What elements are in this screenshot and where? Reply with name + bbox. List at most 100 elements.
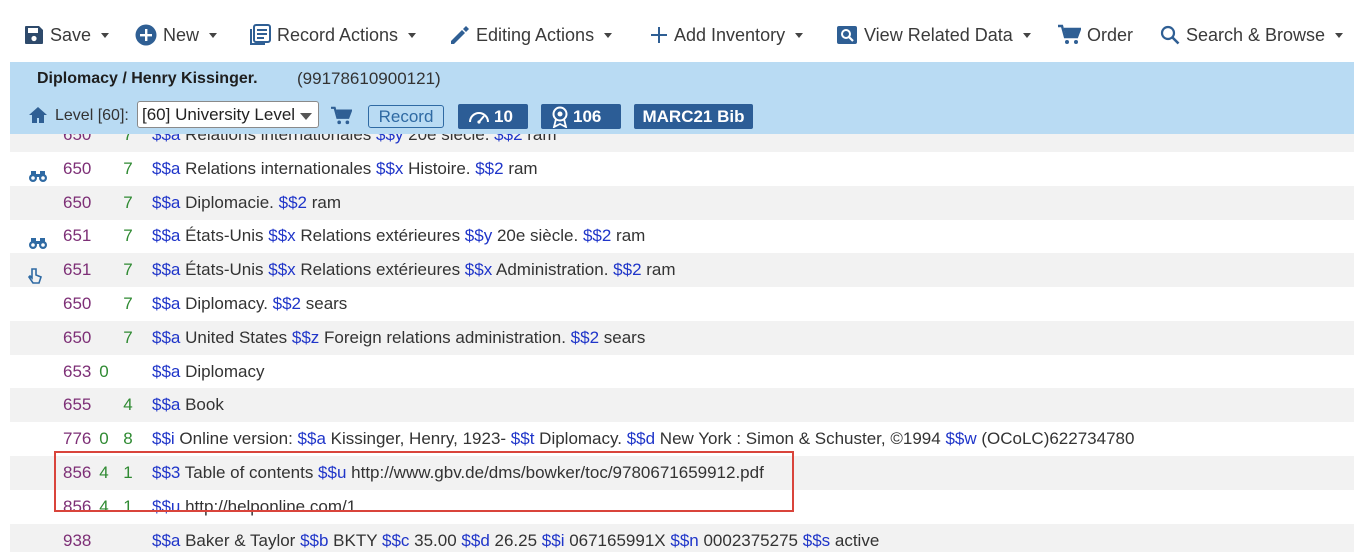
search-browse-button[interactable]: Search & Browse <box>1160 18 1344 52</box>
cart-icon <box>1058 24 1081 44</box>
marc-field-row[interactable]: 776 0 8 $$i Online version: $$a Kissinger, … <box>10 422 1354 456</box>
marc-tag[interactable]: 653 <box>63 355 91 389</box>
subfield-value: Diplomacy. <box>534 429 627 449</box>
speed-badge[interactable]: 10 <box>458 104 528 129</box>
marc-field-row[interactable]: 650 7 $$a Relations internationales $$y 2… <box>10 134 1354 152</box>
subfield-code: $$a <box>152 294 181 313</box>
subfield-value: (OCoLC)622734780 <box>976 429 1135 449</box>
award-badge[interactable]: 106 <box>541 104 621 129</box>
marc-field-row[interactable]: 651 7 $$a États-Unis $$x Relations extéri… <box>10 253 1354 288</box>
marc-field-row[interactable]: 653 0 $$a Diplomacy <box>10 355 1354 389</box>
subfield-value: Relations internationales <box>180 134 376 144</box>
marc-field-content[interactable]: $$a Book <box>152 388 224 422</box>
marc-indicator-2[interactable]: 4 <box>122 388 134 422</box>
add-inventory-button[interactable]: Add Inventory <box>650 18 804 52</box>
marc-field-content[interactable]: $$a Relations internationales $$y 20e si… <box>152 134 557 152</box>
marc-field-content[interactable]: $$a Baker & Taylor $$b BKTY $$c 35.00 $$… <box>152 524 879 552</box>
marc-indicator-2[interactable]: 7 <box>122 253 134 287</box>
subfield-code: $$s <box>802 530 831 550</box>
marc-field-row[interactable]: 938 $$a Baker & Taylor $$b BKTY $$c 35.0… <box>10 523 1354 552</box>
marc-indicator-1[interactable]: 4 <box>98 456 110 490</box>
marc-tag[interactable]: 651 <box>63 219 91 253</box>
marc-field-row[interactable]: 650 7 $$a Relations internationales $$x H… <box>10 152 1354 186</box>
marc-indicator-1[interactable]: 4 <box>98 490 110 524</box>
subfield-code: $$t <box>510 429 535 449</box>
subfield-value: ram <box>503 158 538 178</box>
marc-field-row[interactable]: 856 4 1 $$u http://helponline.com/1 <box>10 490 1354 524</box>
record-button[interactable]: Record <box>368 105 444 128</box>
marc-field-row[interactable]: 655 4 $$a Book <box>10 388 1354 423</box>
editing-actions-button[interactable]: Editing Actions <box>450 18 613 52</box>
marc-indicator-2[interactable]: 7 <box>122 134 134 152</box>
marc-field-row[interactable]: 650 7 $$a Diplomacy. $$2 sears <box>10 287 1354 321</box>
marc-tag[interactable]: 776 <box>63 422 91 456</box>
marc-tag[interactable]: 650 <box>63 134 91 152</box>
marc-field-row[interactable]: 650 7 $$a Diplomacie. $$2 ram <box>10 185 1354 220</box>
marc-indicator-2[interactable]: 1 <box>122 490 134 524</box>
subfield-value: États-Unis <box>180 226 269 246</box>
marc-indicator-2[interactable]: 8 <box>122 422 134 456</box>
level-select-value: [60] University Level <box>142 105 296 124</box>
format-badge[interactable]: MARC21 Bib <box>634 104 753 129</box>
subfield-value: ram <box>307 192 342 212</box>
marc-indicator-2[interactable]: 1 <box>122 456 134 490</box>
subfield-code: $$2 <box>582 226 612 246</box>
home-icon[interactable] <box>28 106 48 129</box>
level-select[interactable]: [60] University Level <box>137 101 319 128</box>
record-list-icon <box>250 24 271 45</box>
marc-field-row[interactable]: 651 7 $$a États-Unis $$x Relations extéri… <box>10 219 1354 253</box>
format-badge-label: MARC21 Bib <box>642 106 745 126</box>
order-button[interactable]: Order <box>1057 18 1133 52</box>
marc-field-content[interactable]: $$a Diplomacy. $$2 sears <box>152 287 347 321</box>
subfield-value: Relations internationales <box>180 158 376 178</box>
marc-tag[interactable]: 650 <box>63 287 91 321</box>
marc-field-content[interactable]: $$a Relations internationales $$x Histoi… <box>152 152 538 186</box>
marc-indicator-1[interactable]: 0 <box>98 355 110 389</box>
subfield-code: $$2 <box>570 327 600 347</box>
marc-tag[interactable]: 856 <box>63 490 91 524</box>
subfield-code: $$a <box>152 226 181 246</box>
marc-record-editor: 650 7 $$a Relations internationales $$y 2… <box>10 134 1354 552</box>
save-icon <box>25 26 43 44</box>
marc-field-content[interactable]: $$a États-Unis $$x Relations extérieures… <box>152 253 676 287</box>
marc-indicator-2[interactable]: 7 <box>122 287 134 321</box>
marc-tag[interactable]: 655 <box>63 388 91 422</box>
marc-field-content[interactable]: $$a Diplomacie. $$2 ram <box>152 186 341 220</box>
marc-field-content[interactable]: $$a Diplomacy <box>152 355 264 389</box>
subfield-value: 26.25 <box>489 530 542 550</box>
marc-indicator-2[interactable]: 7 <box>122 321 134 355</box>
marc-field-content[interactable]: $$i Online version: $$a Kissinger, Henry… <box>152 422 1134 456</box>
marc-indicator-2[interactable]: 7 <box>122 186 134 220</box>
new-button[interactable]: New <box>135 18 218 52</box>
marc-field-content[interactable]: $$3 Table of contents $$u http://www.gbv… <box>152 456 764 490</box>
marc-field-content[interactable]: $$u http://helponline.com/1 <box>152 490 356 524</box>
marc-tag[interactable]: 650 <box>63 152 91 186</box>
marc-indicator-1[interactable]: 0 <box>98 422 110 456</box>
marc-tag[interactable]: 938 <box>63 524 91 552</box>
view-related-data-button[interactable]: View Related Data <box>836 18 1031 52</box>
save-button[interactable]: Save <box>24 18 110 52</box>
marc-indicator-2[interactable]: 7 <box>122 219 134 253</box>
subfield-code: $$y <box>464 226 493 246</box>
subfield-code: $$x <box>376 158 404 178</box>
subfield-code: $$w <box>945 429 977 449</box>
marc-indicator-2[interactable]: 7 <box>122 152 134 186</box>
marc-tag[interactable]: 650 <box>63 186 91 220</box>
marc-tag[interactable]: 650 <box>63 321 91 355</box>
marc-tag[interactable]: 856 <box>63 456 91 490</box>
marc-tag[interactable]: 651 <box>63 253 91 287</box>
record-actions-button[interactable]: Record Actions <box>249 18 417 52</box>
subfield-code: $$u <box>152 496 181 516</box>
award-badge-value: 106 <box>573 106 602 126</box>
cart-icon[interactable] <box>330 106 353 131</box>
subfield-code: $$2 <box>494 134 523 144</box>
subfield-code: $$u <box>318 463 347 482</box>
subfield-code: $$a <box>152 395 181 415</box>
marc-field-row[interactable]: 856 4 1 $$3 Table of contents $$u http://ww… <box>10 456 1354 490</box>
marc-field-content[interactable]: $$a États-Unis $$x Relations extérieures… <box>152 219 645 253</box>
subfield-value: États-Unis <box>180 260 269 280</box>
marc-field-content[interactable]: $$a United States $$z Foreign relations … <box>152 321 645 355</box>
marc-field-row[interactable]: 650 7 $$a United States $$z Foreign relat… <box>10 320 1354 355</box>
subfield-code: $$2 <box>272 294 302 313</box>
subfield-value: ram <box>522 134 557 144</box>
